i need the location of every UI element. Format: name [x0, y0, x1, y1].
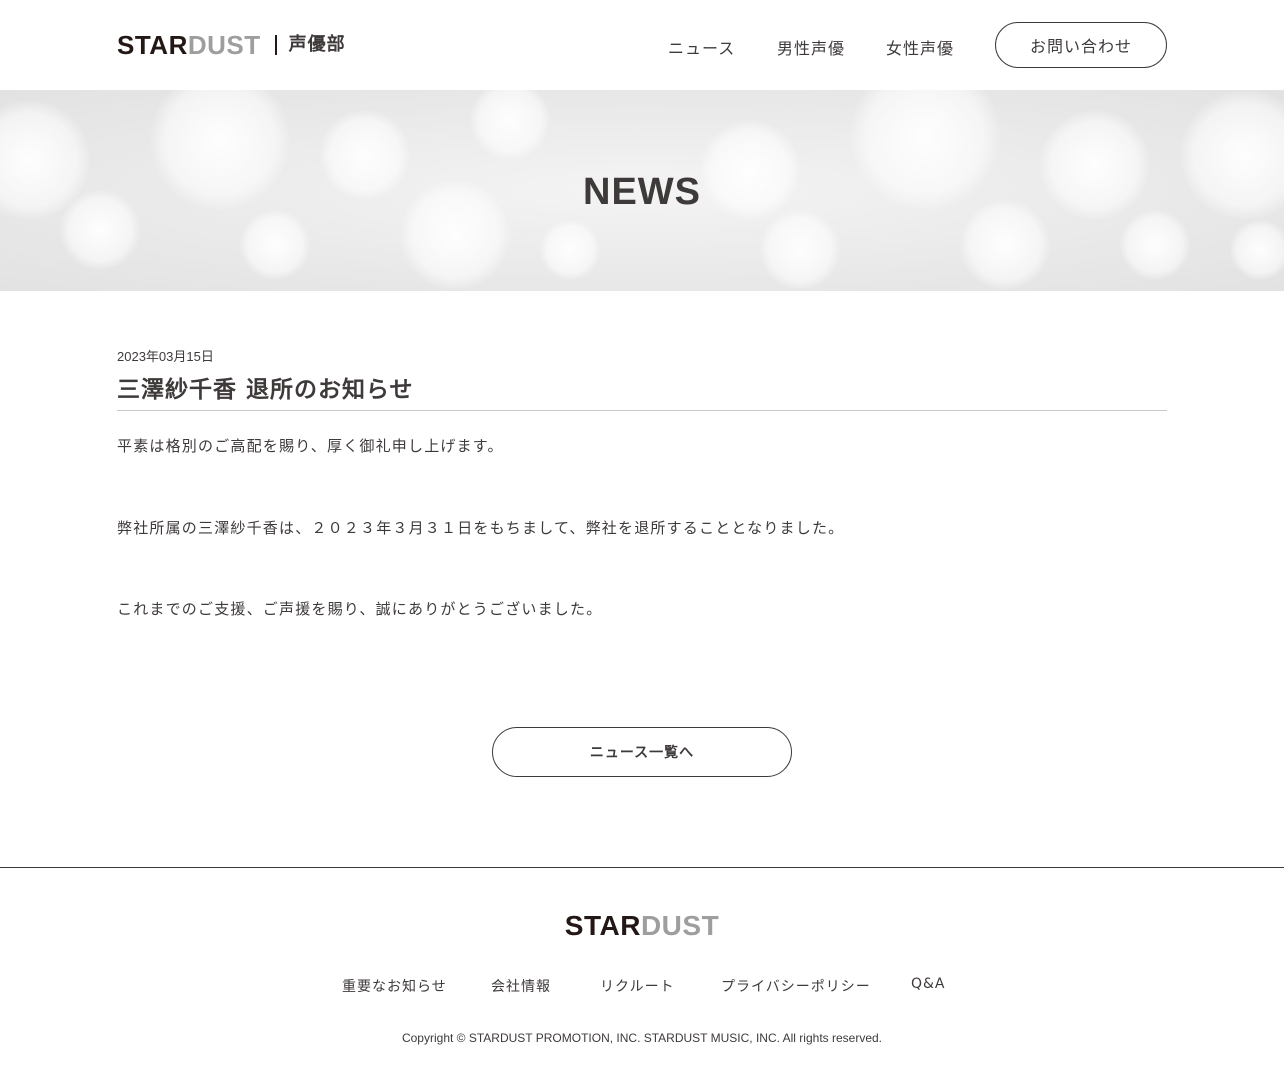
nav-item-news[interactable]: ニュース	[668, 35, 735, 59]
logo-divider	[274, 35, 277, 55]
bokeh-decoration	[240, 210, 310, 280]
logo-division-label: 声優部	[288, 34, 346, 55]
logo-dust-text: DUST	[187, 30, 261, 60]
article-paragraph: 平素は格別のご高配を賜り、厚く御礼申し上げます。	[117, 437, 504, 455]
logo-star-text: STAR	[117, 30, 188, 60]
article-paragraph: これまでのご支援、ご声援を賜り、誠にありがとうございました。	[117, 600, 603, 618]
article-title: 三澤紗千香 退所のお知らせ	[117, 377, 414, 403]
footer-logo-star-text: STAR	[564, 910, 641, 941]
footer-link-qa[interactable]: Q&A	[911, 976, 946, 992]
footer-link-privacy-policy[interactable]: プライバシーポリシー	[721, 976, 871, 996]
copyright-text: Copyright © STARDUST PROMOTION, INC. STA…	[401, 1031, 883, 1045]
page-title: NEWS	[583, 171, 701, 213]
title-divider	[117, 410, 1167, 411]
back-to-news-list-button[interactable]: ニュース一覧へ	[492, 727, 792, 777]
footer-divider	[0, 867, 1284, 868]
footer-logo[interactable]: STARDUST	[0, 910, 1284, 942]
bokeh-decoration	[1120, 210, 1190, 280]
footer-link-company-info[interactable]: 会社情報	[491, 976, 551, 996]
site-header: STAR DUST 声優部 ニュース 男性声優 女性声優 お問い合わせ	[0, 0, 1284, 90]
footer-link-important-notices[interactable]: 重要なお知らせ	[342, 976, 447, 996]
contact-button[interactable]: お問い合わせ	[995, 22, 1167, 68]
article-paragraph: 弊社所属の三澤紗千香は、２０２３年３月３１日をもちまして、弊社を退所することとな…	[117, 519, 845, 537]
bokeh-decoration	[1230, 220, 1284, 280]
article-date: 2023年03月15日	[117, 349, 214, 364]
site-logo[interactable]: STAR DUST 声優部	[117, 30, 346, 60]
nav-item-female-voice-actors[interactable]: 女性声優	[886, 35, 954, 59]
bokeh-decoration	[540, 220, 600, 280]
footer-logo-dust-text: DUST	[640, 910, 720, 941]
bokeh-decoration	[760, 210, 840, 290]
nav-item-male-voice-actors[interactable]: 男性声優	[777, 35, 845, 59]
bokeh-decoration	[470, 90, 550, 160]
footer-link-recruit[interactable]: リクルート	[600, 976, 675, 996]
